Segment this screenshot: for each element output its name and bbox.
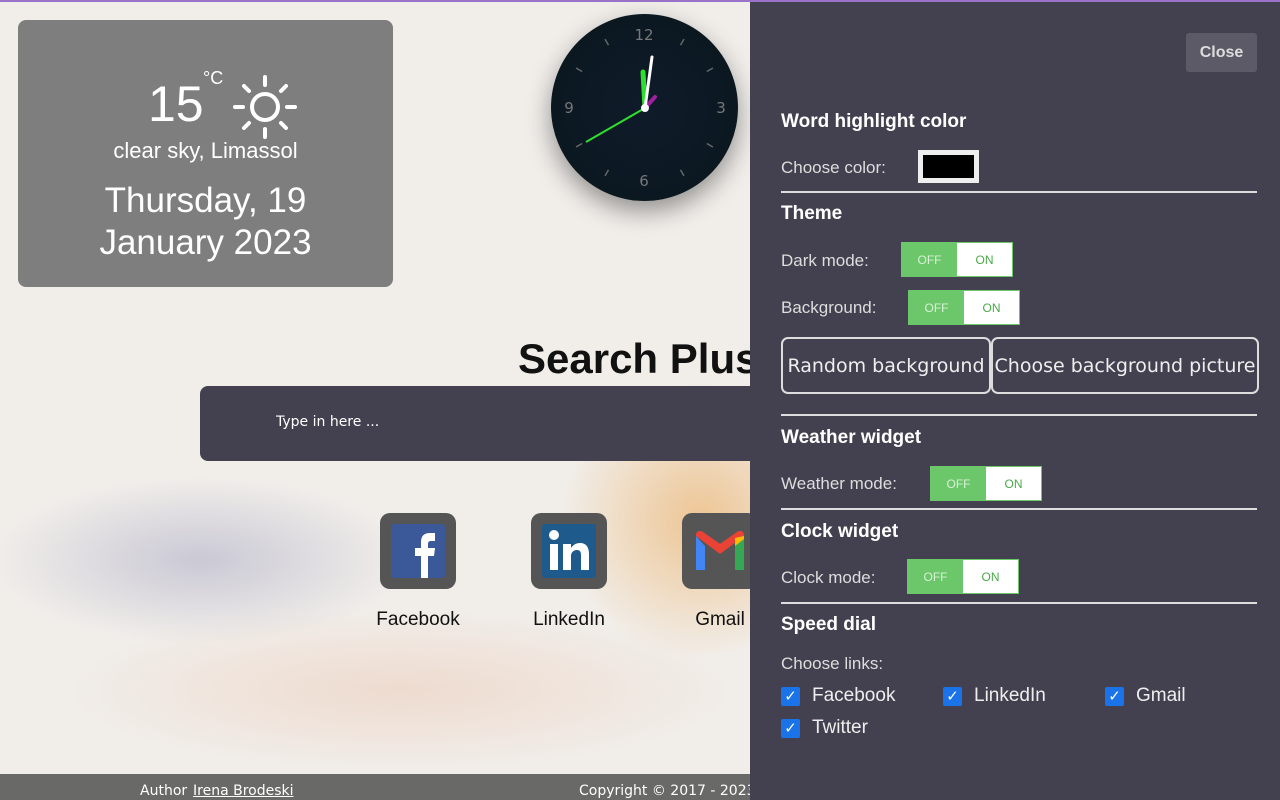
- toggle-on: ON: [986, 467, 1041, 500]
- speed-dial-heading: Speed dial: [781, 614, 877, 635]
- choose-background-button[interactable]: Choose background picture: [991, 337, 1259, 394]
- background-toggle[interactable]: OFF ON: [908, 290, 1020, 325]
- random-background-button[interactable]: Random background: [781, 337, 991, 394]
- speed-dial-facebook[interactable]: Facebook: [363, 513, 473, 631]
- clock-tick: [604, 38, 610, 46]
- checkbox-label: Gmail: [1136, 685, 1186, 706]
- footer: Author Irena Brodeski Copyright © 2017 -…: [0, 774, 756, 800]
- speed-dial-label: LinkedIn: [533, 609, 605, 630]
- clock-mode-label: Clock mode:: [781, 568, 876, 587]
- clock-tick: [575, 67, 583, 73]
- weather-description: clear sky, Limassol: [113, 138, 298, 163]
- toggle-on: ON: [957, 243, 1012, 276]
- clock-tick: [575, 142, 583, 148]
- theme-heading: Theme: [781, 203, 843, 224]
- toggle-off: OFF: [931, 467, 986, 500]
- date-line-1: Thursday, 19: [104, 181, 307, 220]
- checkbox-linkedin[interactable]: ✓ LinkedIn: [943, 685, 1046, 707]
- speed-dial-linkedin[interactable]: LinkedIn: [514, 513, 624, 631]
- choose-links-label: Choose links:: [781, 654, 884, 673]
- clock-tick: [706, 67, 714, 73]
- linkedin-icon: [542, 524, 596, 578]
- clock-tick: [679, 169, 685, 177]
- copyright: Copyright © 2017 - 2023: [579, 783, 756, 799]
- author-prefix: Author: [140, 783, 188, 799]
- divider: [781, 602, 1257, 604]
- checkbox-label: Twitter: [812, 717, 868, 738]
- highlight-heading: Word highlight color: [781, 111, 967, 132]
- dark-mode-label: Dark mode:: [781, 251, 869, 270]
- checkmark-icon: ✓: [1105, 686, 1124, 706]
- weather-widget: 15 °C clear sky, Limassol Thursday, 19 J…: [18, 20, 393, 287]
- toggle-on: ON: [963, 560, 1018, 593]
- search-input[interactable]: [276, 414, 676, 430]
- dark-mode-toggle[interactable]: OFF ON: [901, 242, 1013, 277]
- settings-panel: Close Word highlight color Choose color:…: [750, 2, 1280, 800]
- checkmark-icon: ✓: [943, 686, 962, 706]
- checkbox-gmail[interactable]: ✓ Gmail: [1105, 685, 1186, 707]
- clock-label-6: 6: [639, 172, 649, 190]
- clock-label-3: 3: [716, 99, 726, 117]
- clock-label-12: 12: [634, 26, 653, 44]
- page-title: Search Plus: [518, 335, 759, 382]
- checkbox-twitter[interactable]: ✓ Twitter: [781, 717, 868, 739]
- toggle-off: OFF: [908, 560, 963, 593]
- weather-mode-toggle[interactable]: OFF ON: [930, 466, 1042, 501]
- weather-mode-label: Weather mode:: [781, 474, 897, 493]
- close-button[interactable]: Close: [1186, 33, 1257, 72]
- clock-tick: [706, 142, 714, 148]
- divider: [781, 191, 1257, 193]
- date: Thursday, 19 January 2023: [18, 180, 393, 264]
- temperature: 15: [148, 76, 204, 132]
- temperature-unit: °C: [203, 68, 224, 88]
- clock-widget-heading: Clock widget: [781, 521, 899, 542]
- gmail-icon: [696, 531, 744, 570]
- date-line-2: January 2023: [99, 223, 312, 262]
- choose-color-label: Choose color:: [781, 158, 886, 177]
- clock-tick: [679, 38, 685, 46]
- divider: [781, 508, 1257, 510]
- author-link[interactable]: Irena Brodeski: [193, 783, 294, 799]
- clock-tick: [604, 169, 610, 177]
- color-picker[interactable]: [918, 150, 979, 183]
- checkbox-facebook[interactable]: ✓ Facebook: [781, 685, 895, 707]
- checkmark-icon: ✓: [781, 686, 800, 706]
- divider: [781, 414, 1257, 416]
- checkbox-label: Facebook: [812, 685, 896, 706]
- analog-clock: 12 3 6 9: [551, 14, 738, 201]
- second-hand: [585, 107, 646, 143]
- checkbox-label: LinkedIn: [974, 685, 1046, 706]
- speed-dial-label: Facebook: [376, 609, 460, 630]
- search-bar: [200, 386, 800, 461]
- checkmark-icon: ✓: [781, 718, 800, 738]
- toggle-off: OFF: [902, 243, 957, 276]
- background-label: Background:: [781, 298, 877, 317]
- clock-center: [641, 104, 649, 112]
- weather-widget-heading: Weather widget: [781, 427, 922, 448]
- facebook-icon: [391, 524, 445, 578]
- sun-icon: [233, 75, 297, 139]
- clock-label-9: 9: [564, 99, 574, 117]
- toggle-on: ON: [964, 291, 1019, 324]
- clock-mode-toggle[interactable]: OFF ON: [907, 559, 1019, 594]
- toggle-off: OFF: [909, 291, 964, 324]
